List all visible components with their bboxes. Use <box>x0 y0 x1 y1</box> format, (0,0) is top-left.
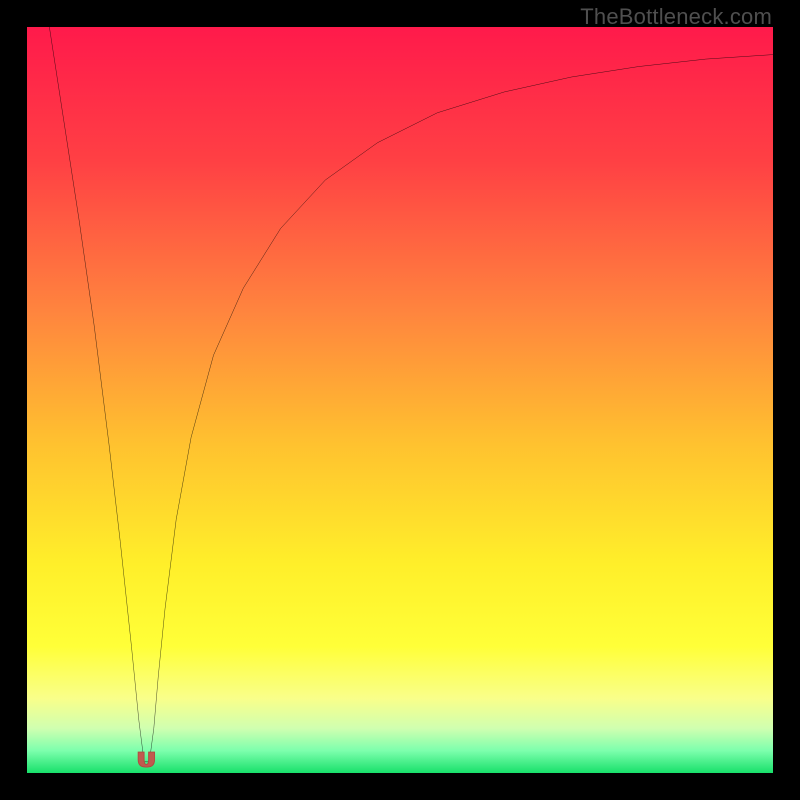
watermark-text: TheBottleneck.com <box>580 4 772 30</box>
chart-frame: TheBottleneck.com <box>0 0 800 800</box>
bottleneck-curve <box>27 27 773 773</box>
plot-area <box>27 27 773 773</box>
minimum-marker <box>138 752 154 767</box>
